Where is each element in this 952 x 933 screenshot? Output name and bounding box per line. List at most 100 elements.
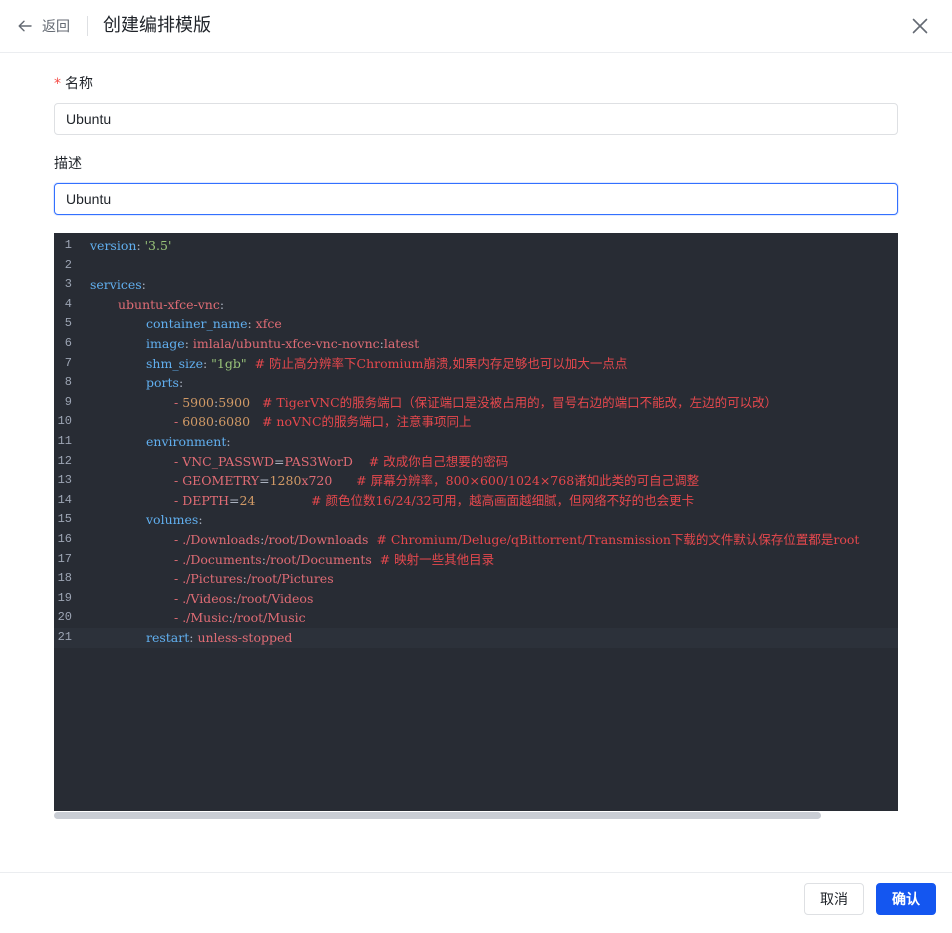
- line-number: 19: [57, 590, 72, 605]
- yaml-colon: :: [184, 336, 193, 351]
- yaml-colon: :: [202, 355, 212, 371]
- yaml-comment: # TigerVNC的服务端口（保证端口是没被占用的，冒号右边的端口不能改，左边…: [250, 394, 778, 410]
- editor-line: 9- 5900:5900 # TigerVNC的服务端口（保证端口是没被占用的，…: [54, 393, 898, 413]
- editor-line: 3 services:: [54, 275, 898, 295]
- yaml-colon: :: [178, 375, 184, 391]
- yaml-comment: # 改成你自己想要的密码: [352, 453, 509, 469]
- yaml-number: 5900: [218, 394, 251, 410]
- editor-line: 4 ubuntu-xfce-vnc:: [54, 295, 898, 315]
- yaml-key: image: [146, 336, 185, 351]
- line-number: 15: [57, 512, 72, 527]
- line-number: 8: [64, 375, 72, 390]
- yaml-number: 24: [239, 492, 256, 508]
- yaml-colon: :: [226, 434, 231, 449]
- drawer-header: 返回 创建编排模版: [0, 0, 952, 53]
- yaml-number: 6080: [182, 414, 215, 430]
- editor-line: 16- ./Downloads:/root/Downloads # Chromi…: [54, 530, 898, 550]
- line-number: 18: [57, 571, 72, 586]
- confirm-button[interactable]: 确认: [876, 883, 936, 915]
- editor-line: 2: [54, 256, 898, 276]
- yaml-equals: =: [229, 492, 240, 508]
- page-title: 创建编排模版: [103, 15, 211, 36]
- yaml-colon: :: [247, 316, 256, 332]
- yaml-value: latest: [383, 336, 420, 351]
- yaml-comment: # 屏幕分辨率，800×600/1024×768诸如此类的可自己调整: [332, 473, 700, 489]
- required-mark: *: [54, 76, 61, 92]
- line-number: 16: [57, 532, 72, 546]
- yaml-value: "1gb": [211, 355, 247, 371]
- yaml-value: x720: [301, 473, 333, 489]
- back-button[interactable]: 返回: [16, 15, 70, 37]
- yaml-key: volumes: [146, 512, 199, 528]
- yaml-value: '3.5': [144, 238, 172, 253]
- yaml-value: /root/Downloads: [264, 532, 369, 547]
- yaml-value: /root/Documents: [265, 551, 372, 567]
- name-label-text: 名称: [65, 76, 93, 92]
- yaml-comment: # noVNC的服务端口，注意事项同上: [250, 414, 472, 430]
- yaml-colon: :: [136, 238, 145, 253]
- code-editor[interactable]: 1 version: '3.5' 2 3 services: 4 ubuntu-xfc…: [54, 233, 898, 811]
- yaml-value: unless-stopped: [197, 630, 293, 645]
- yaml-colon: :: [141, 277, 146, 293]
- name-input[interactable]: [54, 103, 898, 135]
- editor-line: 11 environment:: [54, 432, 898, 452]
- description-input[interactable]: [54, 183, 898, 215]
- line-number: 14: [57, 492, 72, 507]
- editor-line: 17- ./Documents:/root/Documents # 映射一些其他…: [54, 550, 898, 570]
- yaml-comment: # 颜色位数16/24/32可用，越高画面越细腻，但网络不好的也会更卡: [255, 492, 695, 508]
- yaml-comment: # Chromium/Deluge/qBittorrent/Transmissi…: [368, 532, 860, 547]
- editor-line: 10- 6080:6080 # noVNC的服务端口，注意事项同上: [54, 412, 898, 432]
- yaml-key: version: [90, 238, 137, 253]
- yaml-value: /root/Pictures: [246, 571, 334, 587]
- editor-line: 5 container_name: xfce: [54, 314, 898, 334]
- yaml-value: PAS3WorD: [284, 453, 353, 469]
- editor-line: 1 version: '3.5': [54, 236, 898, 256]
- yaml-item: - VNC_PASSWD: [174, 453, 275, 469]
- header-divider: [87, 16, 88, 36]
- line-number: 6: [64, 336, 72, 350]
- back-label: 返回: [42, 19, 70, 35]
- cancel-button[interactable]: 取消: [804, 883, 864, 915]
- yaml-colon: :: [198, 512, 203, 528]
- name-label: * 名称: [54, 74, 93, 94]
- line-number: 9: [64, 394, 72, 409]
- line-number: 7: [64, 355, 72, 370]
- yaml-key: ports: [146, 375, 179, 391]
- close-icon[interactable]: [908, 14, 932, 38]
- yaml-item: - ./Videos: [174, 590, 233, 606]
- yaml-value: xfce: [255, 316, 282, 332]
- yaml-number: 6080: [218, 414, 251, 430]
- yaml-dash: -: [174, 394, 183, 410]
- yaml-key: container_name: [146, 316, 248, 332]
- line-number: 12: [57, 453, 72, 468]
- yaml-item: - ./Pictures: [174, 571, 243, 587]
- yaml-item: - ./Documents: [174, 551, 262, 567]
- editor-line-active: 21 restart: unless-stopped: [54, 628, 898, 648]
- line-number: 1: [64, 238, 72, 252]
- line-number: 17: [57, 551, 72, 566]
- yaml-key: environment: [146, 434, 227, 449]
- yaml-number: 5900: [182, 394, 215, 410]
- yaml-key: services: [90, 277, 142, 293]
- line-number: 20: [57, 610, 72, 625]
- yaml-comment: # 防止高分辨率下Chromium崩溃,如果内存足够也可以加大一点点: [246, 355, 628, 371]
- yaml-key: ubuntu-xfce-vnc: [118, 296, 220, 312]
- editor-line: 15 volumes:: [54, 510, 898, 530]
- line-number: 2: [64, 257, 72, 272]
- line-number: 3: [64, 277, 72, 292]
- yaml-item: - DEPTH: [174, 492, 229, 508]
- line-number: 21: [57, 630, 72, 644]
- editor-line: 7 shm_size: "1gb" # 防止高分辨率下Chromium崩溃,如果内…: [54, 354, 898, 374]
- editor-line: 19- ./Videos:/root/Videos: [54, 589, 898, 609]
- editor-line: 8 ports:: [54, 373, 898, 393]
- line-number: 13: [57, 473, 72, 488]
- editor-line: 14 - DEPTH=24 # 颜色位数16/24/32可用，越高画面越细腻，但网…: [54, 491, 898, 511]
- horizontal-scrollbar[interactable]: [54, 812, 821, 819]
- line-number: 5: [64, 316, 72, 331]
- line-number: 10: [57, 414, 72, 429]
- yaml-colon: :: [219, 296, 225, 312]
- yaml-key: shm_size: [146, 355, 203, 371]
- yaml-equals: =: [259, 473, 270, 489]
- yaml-equals: =: [274, 453, 285, 469]
- editor-line: 12 - VNC_PASSWD=PAS3WorD # 改成你自己想要的密码: [54, 452, 898, 472]
